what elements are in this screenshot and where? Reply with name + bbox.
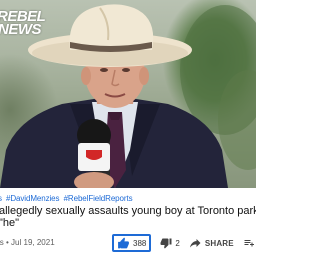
- channel-watermark-logo: REBEL NEWS: [0, 9, 50, 37]
- video-meta: ws • Jul 19, 2021: [0, 238, 55, 247]
- dislike-count: 2: [175, 238, 180, 248]
- video-title-line-1: allegedly sexually assaults young boy at…: [0, 205, 256, 217]
- hashtag-link[interactable]: s: [0, 194, 2, 203]
- like-button[interactable]: 388: [112, 234, 152, 252]
- playlist-add-icon: [244, 240, 254, 247]
- thumbs-up-icon: [118, 237, 129, 248]
- share-label: SHARE: [204, 238, 234, 248]
- video-title-line-2: "he": [0, 217, 20, 229]
- dislike-button[interactable]: 2: [160, 237, 180, 249]
- hashtag-link[interactable]: #DavidMenzies: [6, 194, 60, 203]
- like-count: 388: [133, 238, 147, 248]
- hashtag-row: s #DavidMenzies #RebelFieldReports: [0, 194, 134, 203]
- share-arrow-icon: [189, 239, 201, 248]
- hashtag-link[interactable]: #RebelFieldReports: [64, 194, 133, 203]
- view-count-fragment: ws: [0, 238, 4, 247]
- share-button[interactable]: SHARE: [189, 237, 234, 249]
- thumbs-down-icon: [160, 238, 172, 249]
- video-watch-page: REBEL NEWS s #DavidMenzies #RebelFieldRe…: [0, 0, 256, 256]
- upload-date: Jul 19, 2021: [11, 238, 55, 247]
- video-player[interactable]: REBEL NEWS: [0, 0, 256, 188]
- save-button[interactable]: S: [243, 237, 256, 249]
- video-title: allegedly sexually assaults young boy at…: [0, 205, 256, 229]
- video-actions: 388 2 SHARE S: [112, 233, 256, 253]
- video-info-panel: s #DavidMenzies #RebelFieldReports alleg…: [0, 188, 256, 256]
